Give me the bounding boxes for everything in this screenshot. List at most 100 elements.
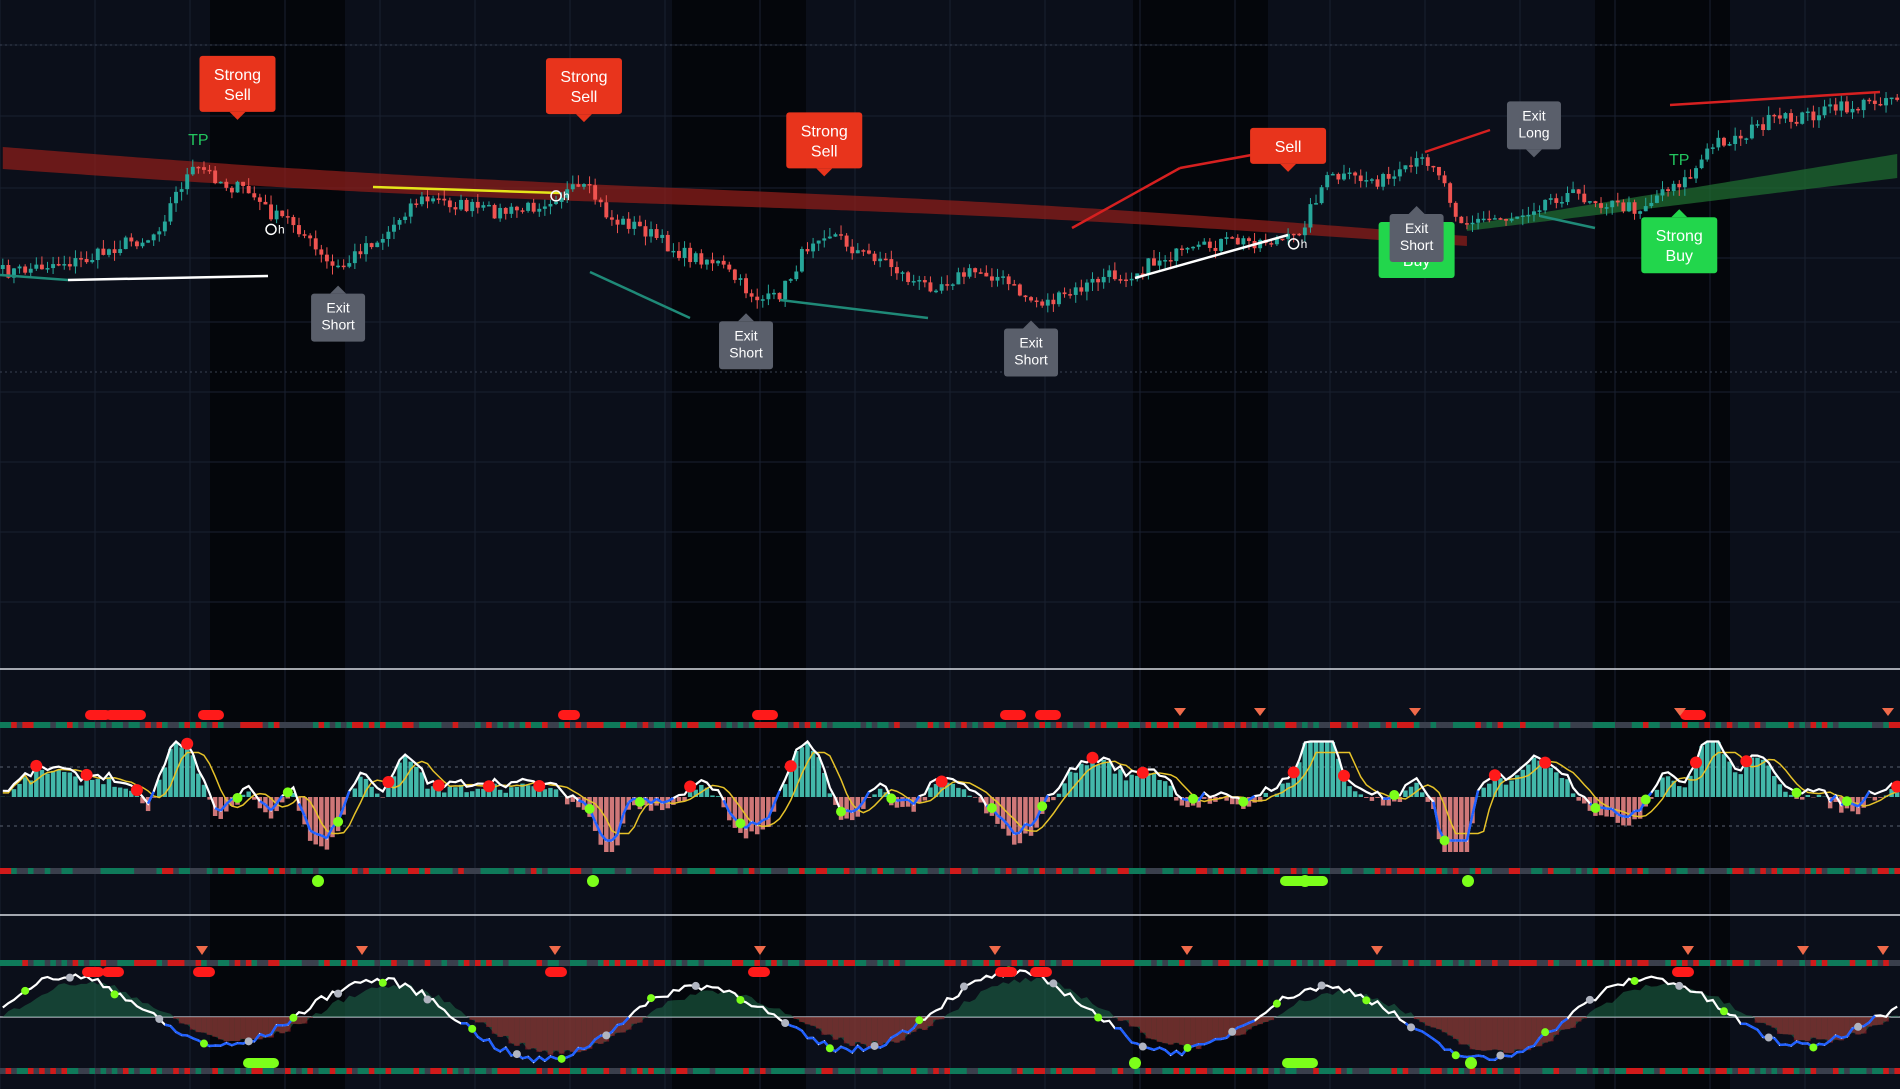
candle[interactable] [1794,116,1799,127]
signal-label-exit[interactable]: ExitShort [1004,320,1059,377]
candle[interactable] [822,230,827,248]
candle[interactable] [537,203,542,217]
candle[interactable] [414,198,419,208]
candle[interactable] [380,233,385,250]
candle[interactable] [950,283,955,291]
candle[interactable] [1325,171,1330,191]
candle[interactable] [1755,120,1760,128]
candle[interactable] [1397,161,1402,182]
candle[interactable] [514,205,519,218]
candle[interactable] [967,264,972,279]
candle[interactable] [1839,95,1844,117]
candle[interactable] [1319,185,1324,205]
candle[interactable] [503,207,508,220]
candle[interactable] [1101,268,1106,289]
candle[interactable] [0,258,5,276]
candle[interactable] [73,250,78,274]
candle[interactable] [1336,172,1341,185]
candle[interactable] [1057,290,1061,307]
candle[interactable] [162,214,167,236]
candle[interactable] [347,255,352,269]
candle[interactable] [962,267,966,285]
candle[interactable] [889,250,894,277]
candle[interactable] [1118,274,1123,284]
candle[interactable] [531,198,536,214]
signal-label-exit[interactable]: ExitShort [719,313,774,370]
candle[interactable] [95,247,100,269]
candle[interactable] [1554,193,1559,209]
candle[interactable] [151,233,156,246]
candle[interactable] [431,195,436,204]
candle[interactable] [492,203,497,219]
candle[interactable] [637,215,642,227]
candle[interactable] [855,243,860,254]
candle[interactable] [805,242,810,255]
candle[interactable] [408,198,413,224]
candle[interactable] [1068,288,1073,299]
candle[interactable] [615,214,620,234]
candle[interactable] [883,253,888,261]
candle[interactable] [984,265,989,277]
candle[interactable] [1861,98,1866,118]
candle[interactable] [1895,93,1900,102]
candle[interactable] [621,215,626,225]
candle[interactable] [643,219,648,246]
candle[interactable] [1777,107,1782,125]
candle[interactable] [1012,279,1017,286]
candle[interactable] [1107,265,1112,283]
candle[interactable] [1029,296,1033,303]
candle[interactable] [1045,293,1050,313]
candle[interactable] [1431,165,1436,172]
candle[interactable] [576,175,581,188]
candle[interactable] [1006,273,1011,291]
candle[interactable] [90,253,95,264]
candle[interactable] [1062,287,1067,298]
candle[interactable] [1437,166,1441,180]
candle[interactable] [1073,282,1078,303]
candle[interactable] [123,235,128,250]
candle[interactable] [1414,151,1419,175]
candle[interactable] [1023,294,1028,302]
candle[interactable] [1872,92,1877,111]
candle[interactable] [1844,96,1849,114]
candle[interactable] [1867,97,1872,104]
candle[interactable] [934,289,938,294]
candle[interactable] [1733,127,1738,151]
candle[interactable] [1369,177,1374,184]
candle[interactable] [1358,169,1363,188]
candle[interactable] [978,268,983,274]
candle[interactable] [1766,106,1771,131]
candle[interactable] [609,210,614,226]
candle[interactable] [1040,299,1045,308]
candle[interactable] [1878,97,1883,107]
candle[interactable] [1828,98,1833,114]
candle[interactable] [67,256,72,271]
candle[interactable] [79,251,83,268]
candle[interactable] [1789,109,1793,129]
candle[interactable] [1749,116,1754,140]
candle[interactable] [386,226,391,247]
candle[interactable] [1386,166,1391,185]
candle[interactable] [1761,117,1766,136]
candle[interactable] [922,276,927,288]
candle[interactable] [989,268,994,288]
candle[interactable] [1515,216,1520,220]
signal-label-sell[interactable]: StrongSell [545,58,622,123]
candle[interactable] [1420,153,1425,165]
candle[interactable] [146,239,151,244]
candle[interactable] [1811,105,1816,128]
candle[interactable] [1403,165,1408,173]
candle[interactable] [1543,199,1548,214]
candle[interactable] [1453,201,1458,222]
candle[interactable] [1498,217,1503,220]
candle[interactable] [1722,136,1726,148]
candle[interactable] [1051,293,1056,312]
candle[interactable] [1800,111,1805,125]
candle[interactable] [626,212,631,234]
candle[interactable] [1017,283,1022,297]
candle[interactable] [1565,186,1570,206]
candle[interactable] [51,256,56,275]
candle[interactable] [1129,272,1134,286]
candle[interactable] [464,198,469,213]
candle[interactable] [157,227,162,242]
